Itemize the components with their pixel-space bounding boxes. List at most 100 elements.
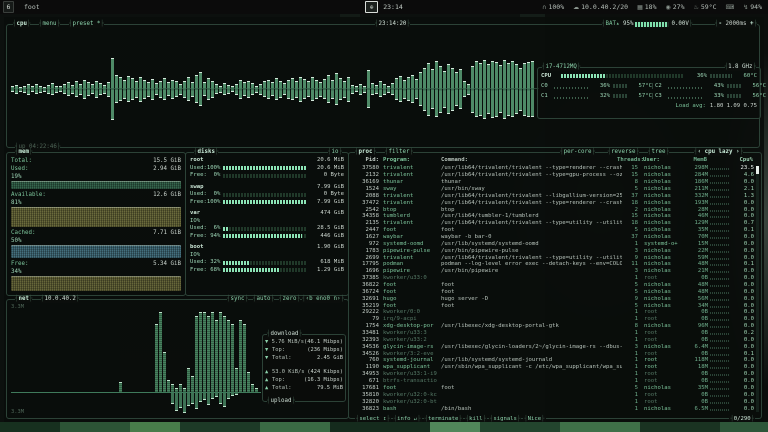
process-row[interactable]: 37580trivalent/usr/lib64/trivalent/triva… <box>353 165 754 172</box>
process-row[interactable]: 2088trivalent/usr/lib64/trivalent/trival… <box>353 192 754 199</box>
column-pid[interactable]: Pid: <box>353 157 379 163</box>
battery-percent: 95% <box>623 21 633 28</box>
per-core-button[interactable]: per-core <box>560 149 595 156</box>
refresh-control[interactable]: - 2000ms + <box>715 21 757 28</box>
mem-box-label[interactable]: mem <box>15 149 32 156</box>
process-row[interactable]: 1524sway/usr/bin/sway5nicholas211M2.1 <box>353 186 754 193</box>
tray-item[interactable]: ♨59°C <box>694 3 717 11</box>
net-zero-button[interactable]: zero <box>279 296 300 303</box>
net-upload-graph <box>11 393 261 415</box>
desktop: 6 foot ⊕ 23:14 ∩100%☁10.0.40.2/20▦18%◉27… <box>0 0 768 432</box>
process-row[interactable]: 2699trivalent/usr/lib64/trivalent/trival… <box>353 254 754 261</box>
footer-select-button[interactable]: select ↕ <box>355 416 391 422</box>
core-temp-graph <box>613 84 627 88</box>
reverse-button[interactable]: reverse <box>608 149 639 156</box>
process-row[interactable]: 2132trivalent/usr/lib64/trivalent/trival… <box>353 172 754 179</box>
net-interface-selector[interactable]: ‹b eno0 n› <box>302 296 344 303</box>
process-row[interactable]: 1754xdg-desktop-por/usr/libexec/xdg-desk… <box>353 323 754 330</box>
footer-terminate-button[interactable]: terminate <box>424 416 463 422</box>
core-temp-graph <box>727 94 741 98</box>
core-graph <box>668 84 702 89</box>
disks-box-label[interactable]: disks <box>194 149 218 156</box>
mem-entry-percent: 34% <box>7 268 185 276</box>
tree-button[interactable]: tree <box>648 149 669 156</box>
io-toggle-button[interactable]: io <box>328 149 342 156</box>
terminal-window[interactable]: cpu menu preset * 23:14:20 BAT▴ 95% 0.00… <box>4 17 764 422</box>
process-row[interactable]: 671btrfs-transactio1root0B0.0 <box>353 378 754 385</box>
process-row[interactable]: 36823bash/bin/bash1nicholas6.5M0.0 <box>353 405 754 412</box>
footer-nice-button[interactable]: Nice <box>523 416 545 422</box>
process-row[interactable]: 37385kworker/u33:01root0B0.0 <box>353 275 754 282</box>
process-row[interactable]: 29222kworker/0:01root0B0.0 <box>353 309 754 316</box>
net-box-label[interactable]: net <box>15 296 32 303</box>
tray-item[interactable]: ⌨ <box>726 4 735 11</box>
column-cpu[interactable]: Cpu% <box>731 157 753 163</box>
process-row[interactable]: 2542btopbtop2nicholas28M0.0 <box>353 206 754 213</box>
net-stat-row: ▲53.0 KiB/s(424 Kibps) <box>265 368 343 376</box>
process-list: 37580trivalent/usr/lib64/trivalent/triva… <box>353 165 754 413</box>
process-row[interactable]: 37472trivalent/usr/lib64/trivalent/triva… <box>353 199 754 206</box>
tray-item[interactable]: ☁10.0.40.2/20 <box>573 3 628 11</box>
disk-used-meter <box>223 166 307 170</box>
process-row[interactable]: 2447footfoot5nicholas35M0.1 <box>353 227 754 234</box>
process-row[interactable]: 34526kworker/3:2-eve1root0B0.1 <box>353 350 754 357</box>
disk-entry: swap7.99 GiB <box>186 184 348 192</box>
mem-entry-value: 2.94 GiB <box>153 165 181 173</box>
column-user[interactable]: User: <box>639 157 683 163</box>
footer-info-button[interactable]: info ↵ <box>393 416 422 422</box>
process-row[interactable]: 36169thunarthunar8nicholas186M0.0 <box>353 179 754 186</box>
filter-button[interactable]: filter <box>385 149 413 156</box>
process-row[interactable]: 32820kworker/u32:0-bt1root0B0.0 <box>353 398 754 405</box>
footer-signals-button[interactable]: signals <box>489 416 521 422</box>
footer-kill-button[interactable]: kill <box>465 416 487 422</box>
process-row[interactable]: 1696pipewire/usr/bin/pipewire3nicholas21… <box>353 268 754 275</box>
net-sync-button[interactable]: sync <box>227 296 248 303</box>
headphones-icon: ∩ <box>542 4 546 11</box>
net-stat-row: ▼Top:(236 Mibps) <box>265 346 343 354</box>
disk-entry: root20.6 MiB <box>186 157 348 165</box>
process-row[interactable]: 34536glycin-image-rs/usr/libexec/glycin-… <box>353 343 754 350</box>
globe-icon[interactable]: ⊕ <box>365 1 378 13</box>
mem-entry-value: 12.6 GiB <box>153 191 181 199</box>
process-row[interactable]: 79irq/9-acpi1root0B0.0 <box>353 316 754 323</box>
preset-button[interactable]: preset * <box>69 21 104 28</box>
core-temp: 56°C <box>744 83 766 89</box>
mem-box: mem Total:15.5 GiBUsed:2.94 GiB19%Availa… <box>6 152 186 296</box>
column-program[interactable]: Program: <box>383 157 439 163</box>
column-mem[interactable]: MemB <box>683 157 707 163</box>
process-row[interactable]: 1190wpa_supplicant/usr/sbin/wpa_supplica… <box>353 364 754 371</box>
tray-item[interactable]: ∩100% <box>542 3 564 11</box>
clock[interactable]: 23:14 <box>383 3 403 11</box>
wallpaper-bottom-strip <box>0 422 768 432</box>
process-row[interactable]: 972systemd-oomd/usr/lib/systemd/systemd-… <box>353 240 754 247</box>
cpu-box-label[interactable]: cpu <box>13 21 30 28</box>
proc-box-label[interactable]: proc <box>355 149 376 156</box>
sort-selector[interactable]: ‹ cpu lazy › <box>694 149 743 156</box>
menu-button[interactable]: menu <box>39 21 60 28</box>
process-row[interactable]: 34358tumblerd/usr/lib64/tumbler-1/tumble… <box>353 213 754 220</box>
cpu-total-percent: 36% <box>687 73 707 79</box>
process-row[interactable]: 1783pipewire-pulse/usr/bin/pipewire-puls… <box>353 247 754 254</box>
process-row[interactable]: 35219footfoot5nicholas34M0.0 <box>353 302 754 309</box>
column-threads[interactable]: Threads: <box>617 157 633 163</box>
mem-used-graph <box>11 181 181 189</box>
process-row[interactable]: 32393kworker/u33:21root0B0.0 <box>353 336 754 343</box>
process-row[interactable]: 760systemd-journal/usr/lib/systemd/syste… <box>353 357 754 364</box>
process-row[interactable]: 17681footfoot5nicholas35M0.0 <box>353 385 754 392</box>
process-row[interactable]: 34953kworker/u33:1-i91root0B0.0 <box>353 371 754 378</box>
tray-item[interactable]: ▦18% <box>637 3 656 11</box>
process-row[interactable]: 35810kworker/u32:0-kc1root0B0.0 <box>353 391 754 398</box>
column-command[interactable]: Command: <box>441 157 617 163</box>
process-row[interactable]: 2135trivalent/usr/lib64/trivalent/trival… <box>353 220 754 227</box>
tray-item[interactable]: ◉27% <box>666 3 685 11</box>
net-auto-button[interactable]: auto <box>253 296 274 303</box>
tray-item[interactable]: ↯94% <box>743 3 762 11</box>
process-row[interactable]: 32691hugohugo server -D9nicholas56M0.0 <box>353 295 754 302</box>
proc-scrollbar[interactable] <box>756 166 759 412</box>
process-row[interactable]: 1627waybarwaybar -b bar-037nicholas70M0.… <box>353 234 754 241</box>
process-row[interactable]: 33481kworker/u33:31root0B0.2 <box>353 330 754 337</box>
process-row[interactable]: 36822footfoot5nicholas48M0.0 <box>353 282 754 289</box>
process-row[interactable]: 17795podmanpodman --log-level error exec… <box>353 261 754 268</box>
process-row[interactable]: 36724footfoot5nicholas48M0.0 <box>353 288 754 295</box>
net-stats-box: download ▼5.76 MiB/s(46.1 Mibps)▼Top:(23… <box>262 334 346 402</box>
